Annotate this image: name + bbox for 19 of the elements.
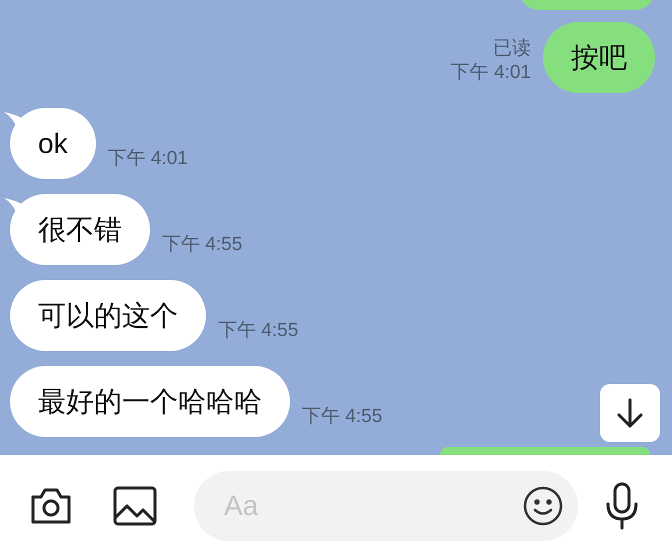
read-receipt: 已读 [493, 37, 531, 61]
message-bubble: 很不错 [10, 194, 150, 265]
timestamp: 下午 4:01 [108, 148, 188, 169]
timestamp: 下午 4:55 [218, 320, 298, 341]
timestamp: 下午 4:01 [450, 61, 531, 85]
microphone-icon [604, 482, 640, 530]
message-bubble: 按吧 [543, 22, 655, 93]
smiley-icon[interactable] [522, 485, 564, 527]
message-bubble: 最好的一个哈哈哈 [10, 366, 290, 437]
scroll-down-button[interactable] [600, 384, 660, 442]
image-button[interactable] [113, 485, 157, 527]
message-bubble: 可以的这个 [10, 280, 206, 351]
timestamp: 下午 4:55 [162, 234, 242, 255]
message-bubble: ok [10, 108, 96, 179]
image-icon [113, 486, 157, 526]
arrow-down-icon [615, 397, 645, 429]
camera-icon [29, 487, 73, 525]
timestamp: 下午 4:55 [302, 406, 382, 427]
camera-button[interactable] [29, 486, 73, 526]
